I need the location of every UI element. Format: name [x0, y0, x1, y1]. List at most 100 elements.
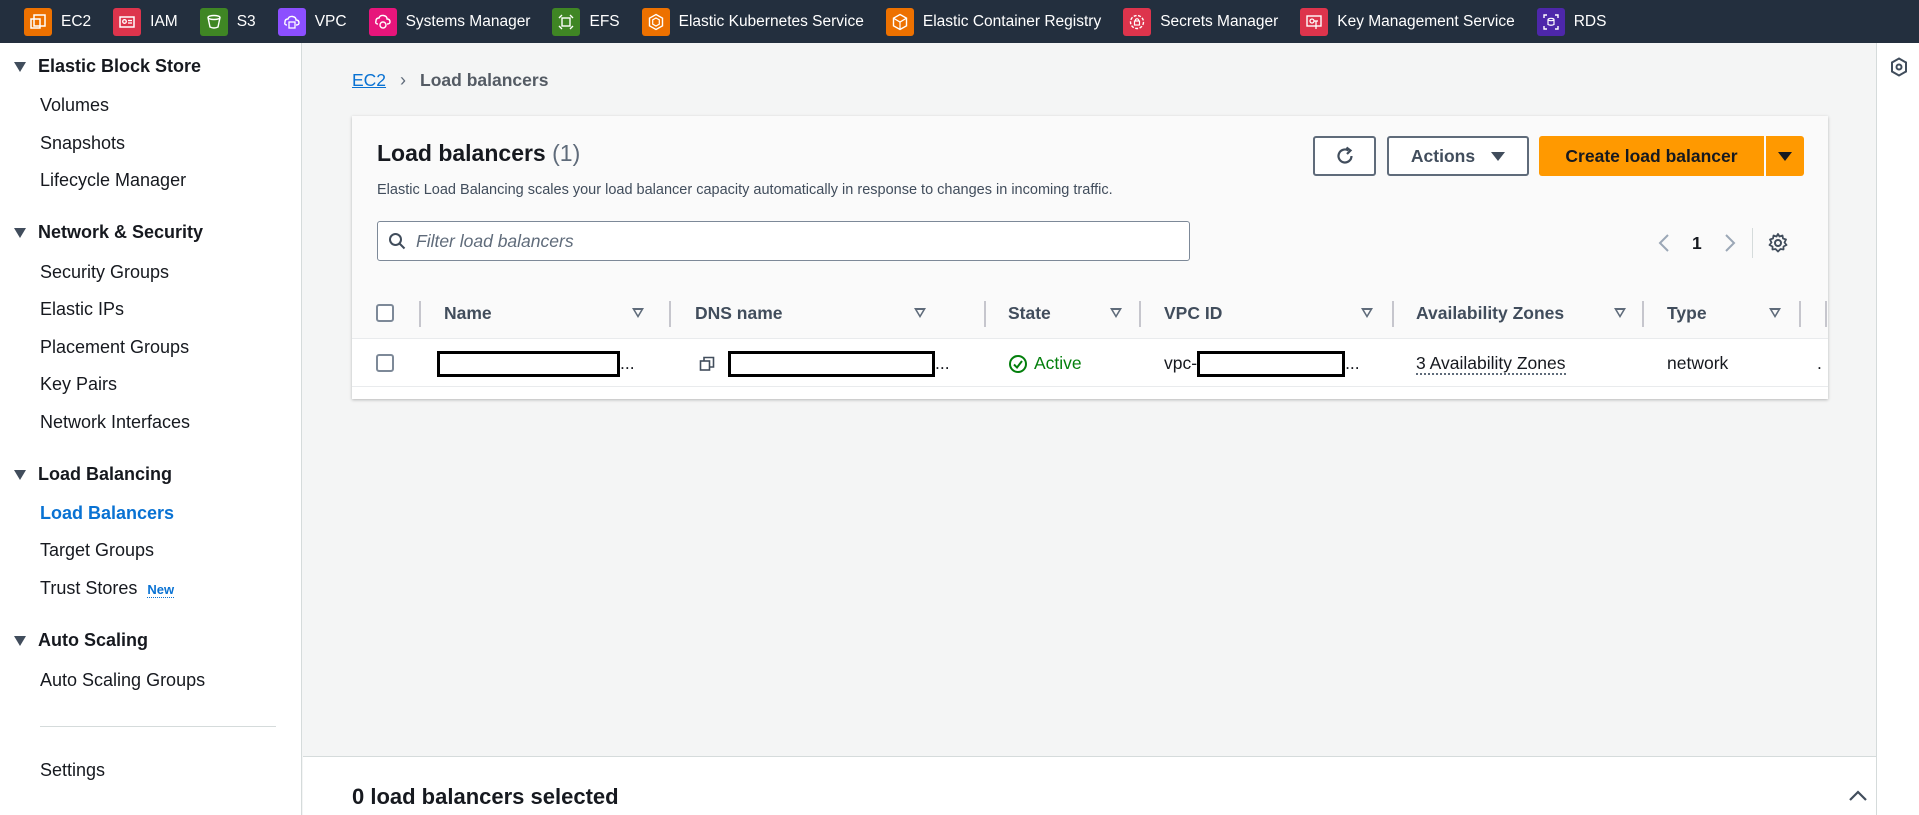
refresh-button[interactable] — [1313, 136, 1376, 176]
chevron-right-icon: › — [400, 70, 407, 90]
column-header-name[interactable]: Name — [444, 288, 654, 338]
table-header-area: Load balancers (1) Elastic Load Balancin… — [352, 116, 1828, 338]
sidebar-item-network-interfaces[interactable]: Network Interfaces — [40, 412, 190, 433]
chevron-left-icon[interactable] — [1658, 233, 1670, 253]
sidebar-item-key-pairs[interactable]: Key Pairs — [40, 374, 117, 395]
page-number[interactable]: 1 — [1692, 233, 1702, 254]
pager-divider — [1751, 228, 1753, 258]
table-row[interactable]: ... ... Active vpc-... 3 Availability Zo… — [352, 338, 1828, 387]
select-all-checkbox[interactable] — [376, 304, 394, 322]
service-label: Elastic Container Registry — [922, 12, 1102, 30]
caret-down-icon — [1778, 151, 1792, 161]
sidebar-item-lifecycle-manager[interactable]: Lifecycle Manager — [40, 170, 186, 191]
expand-caret-icon — [14, 635, 26, 646]
sidebar-section-auto-scaling[interactable]: Auto Scaling — [14, 630, 148, 651]
sort-icon — [1110, 308, 1122, 318]
sidebar-item-auto-scaling-groups[interactable]: Auto Scaling Groups — [40, 670, 205, 691]
cell-overflow: . — [1817, 353, 1822, 373]
create-options-dropdown-button[interactable] — [1766, 136, 1804, 176]
sidebar-section-network-security[interactable]: Network & Security — [14, 222, 203, 243]
cell-dns-name: ... — [698, 339, 950, 388]
service-shortcut-ec2[interactable]: EC2 — [24, 7, 92, 36]
sort-icon — [1769, 308, 1781, 318]
expand-caret-icon — [14, 469, 26, 480]
service-label: EFS — [589, 12, 620, 30]
success-check-icon — [1009, 354, 1027, 373]
cell-name[interactable]: ... — [437, 339, 635, 388]
column-header-dns-name[interactable]: DNS name — [695, 288, 935, 338]
sidebar-item-security-groups[interactable]: Security Groups — [40, 262, 169, 283]
load-balancers-table-container: Load balancers (1) Elastic Load Balancin… — [352, 116, 1828, 399]
service-shortcut-vpc[interactable]: VPC — [277, 7, 347, 36]
cell-availability-zones[interactable]: 3 Availability Zones — [1416, 339, 1566, 388]
column-header-availability-zones[interactable]: Availability Zones — [1416, 288, 1636, 338]
column-header-type[interactable]: Type — [1667, 288, 1807, 338]
redacted-value — [437, 350, 620, 377]
sidebar-divider — [40, 726, 276, 727]
filter-input[interactable] — [416, 230, 1176, 252]
service-shortcut-iam[interactable]: IAM — [113, 7, 178, 36]
service-label: VPC — [314, 12, 347, 30]
pagination: 1 — [1658, 228, 1789, 258]
service-label: RDS — [1573, 12, 1607, 30]
redacted-value — [1197, 350, 1346, 377]
column-divider — [419, 301, 421, 327]
ecr-icon — [885, 7, 914, 36]
efs-icon — [552, 7, 581, 36]
info-panel-icon[interactable] — [1890, 57, 1908, 77]
systems-manager-icon — [368, 7, 397, 36]
service-shortcut-s3[interactable]: S3 — [199, 7, 256, 36]
table-header-row: Name DNS name State VPC ID Availability … — [352, 288, 1828, 338]
sort-icon — [1361, 308, 1373, 318]
sidebar-item-elastic-ips[interactable]: Elastic IPs — [40, 299, 124, 320]
service-shortcut-kms[interactable]: Key Management Service — [1300, 7, 1515, 36]
caret-down-icon — [1491, 151, 1506, 161]
column-header-vpc-id[interactable]: VPC ID — [1164, 288, 1384, 338]
new-badge: New — [147, 582, 175, 598]
service-shortcut-eks[interactable]: Elastic Kubernetes Service — [641, 7, 864, 36]
chevron-up-icon[interactable] — [1848, 790, 1868, 802]
service-shortcut-rds[interactable]: RDS — [1536, 7, 1607, 36]
sidebar-section-elastic-block-store[interactable]: Elastic Block Store — [14, 56, 201, 77]
sidebar-navigation: Elastic Block Store Volumes Snapshots Li… — [0, 43, 302, 815]
column-header-state[interactable]: State — [1008, 288, 1128, 338]
sidebar-item-snapshots[interactable]: Snapshots — [40, 133, 125, 154]
right-tools-rail — [1876, 43, 1919, 815]
column-divider — [1799, 301, 1801, 327]
kms-icon — [1300, 7, 1329, 36]
create-load-balancer-button[interactable]: Create load balancer — [1539, 136, 1764, 176]
service-shortcut-systems-manager[interactable]: Systems Manager — [368, 7, 530, 36]
service-label: S3 — [236, 12, 256, 30]
service-label: IAM — [150, 12, 178, 30]
sidebar-item-target-groups[interactable]: Target Groups — [40, 540, 154, 561]
service-shortcut-ecr[interactable]: Elastic Container Registry — [885, 7, 1102, 36]
service-label: Key Management Service — [1337, 12, 1515, 30]
column-divider — [1392, 301, 1394, 327]
service-shortcut-secrets-manager[interactable]: Secrets Manager — [1123, 7, 1279, 36]
column-divider — [669, 301, 671, 327]
service-shortcut-efs[interactable]: EFS — [552, 7, 620, 36]
gear-icon[interactable] — [1767, 232, 1789, 254]
breadcrumb-ec2-link[interactable]: EC2 — [352, 70, 386, 91]
row-select-checkbox[interactable] — [376, 354, 394, 372]
filter-search-box[interactable] — [377, 221, 1190, 261]
cell-vpc-id: vpc-... — [1164, 339, 1360, 388]
actions-dropdown-button[interactable]: Actions — [1387, 136, 1529, 176]
sidebar-item-volumes[interactable]: Volumes — [40, 95, 109, 116]
sort-icon — [632, 308, 644, 318]
service-label: Secrets Manager — [1160, 12, 1279, 30]
secrets-manager-icon — [1123, 7, 1152, 36]
ec2-icon — [24, 7, 52, 36]
column-divider — [1825, 301, 1827, 327]
service-label: EC2 — [61, 12, 92, 30]
vpc-icon — [277, 7, 306, 36]
copy-icon[interactable] — [698, 355, 716, 373]
sidebar-item-trust-stores[interactable]: Trust Stores New — [40, 578, 175, 599]
chevron-right-icon[interactable] — [1724, 233, 1736, 253]
eks-icon — [641, 7, 670, 36]
sidebar-item-placement-groups[interactable]: Placement Groups — [40, 337, 189, 358]
sidebar-section-load-balancing[interactable]: Load Balancing — [14, 464, 172, 485]
sidebar-item-settings[interactable]: Settings — [40, 760, 105, 781]
cell-type: network — [1667, 353, 1729, 373]
sidebar-item-load-balancers[interactable]: Load Balancers — [40, 503, 174, 524]
